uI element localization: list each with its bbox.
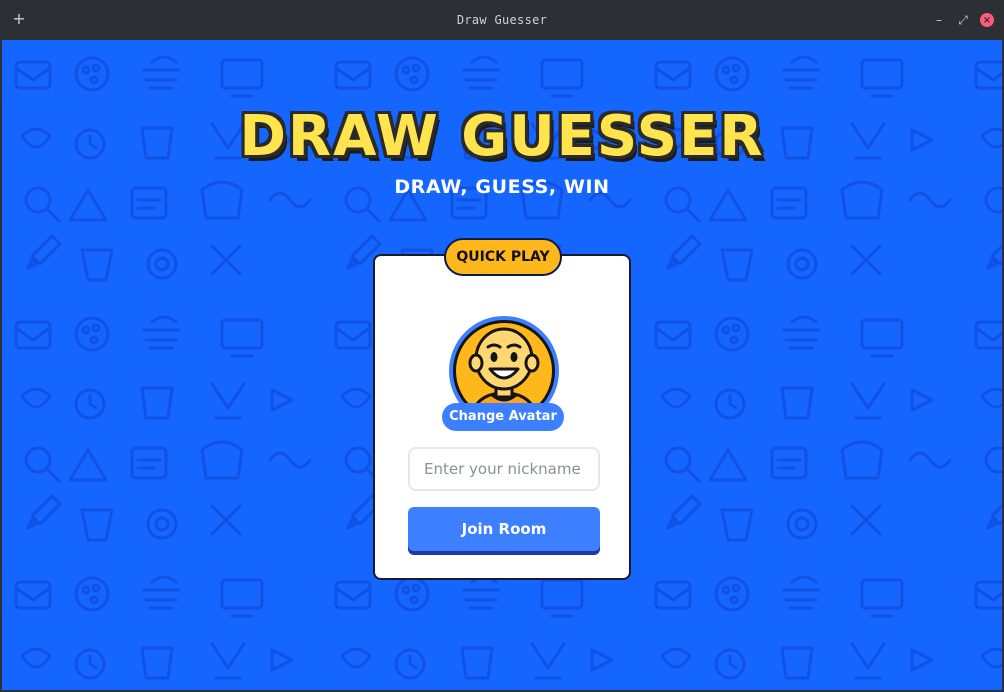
join-room-button[interactable]: Join Room bbox=[408, 507, 600, 551]
game-logo: DRAW GUESSER bbox=[239, 104, 765, 169]
nickname-input[interactable] bbox=[408, 447, 600, 491]
tagline: DRAW, GUESS, WIN bbox=[394, 176, 610, 198]
window-title: Draw Guesser bbox=[456, 13, 548, 27]
change-avatar-button[interactable]: Change Avatar bbox=[442, 403, 564, 431]
quick-play-badge: QUICK PLAY bbox=[444, 238, 562, 276]
app-window: + Draw Guesser – ⤢ × DRAW GUESSER DRAW, … bbox=[0, 0, 1004, 692]
titlebar: + Draw Guesser – ⤢ × bbox=[0, 0, 1004, 40]
quick-play-card: QUICK PLAY Change Avatar Enter your nick… bbox=[373, 238, 631, 580]
minimize-icon[interactable]: – bbox=[932, 13, 946, 27]
close-icon[interactable]: × bbox=[980, 13, 994, 27]
restore-icon[interactable]: ⤢ bbox=[956, 13, 970, 27]
window-controls: – ⤢ × bbox=[932, 11, 994, 29]
game-canvas: DRAW GUESSER DRAW, GUESS, WIN QUICK PLAY bbox=[2, 40, 1002, 690]
